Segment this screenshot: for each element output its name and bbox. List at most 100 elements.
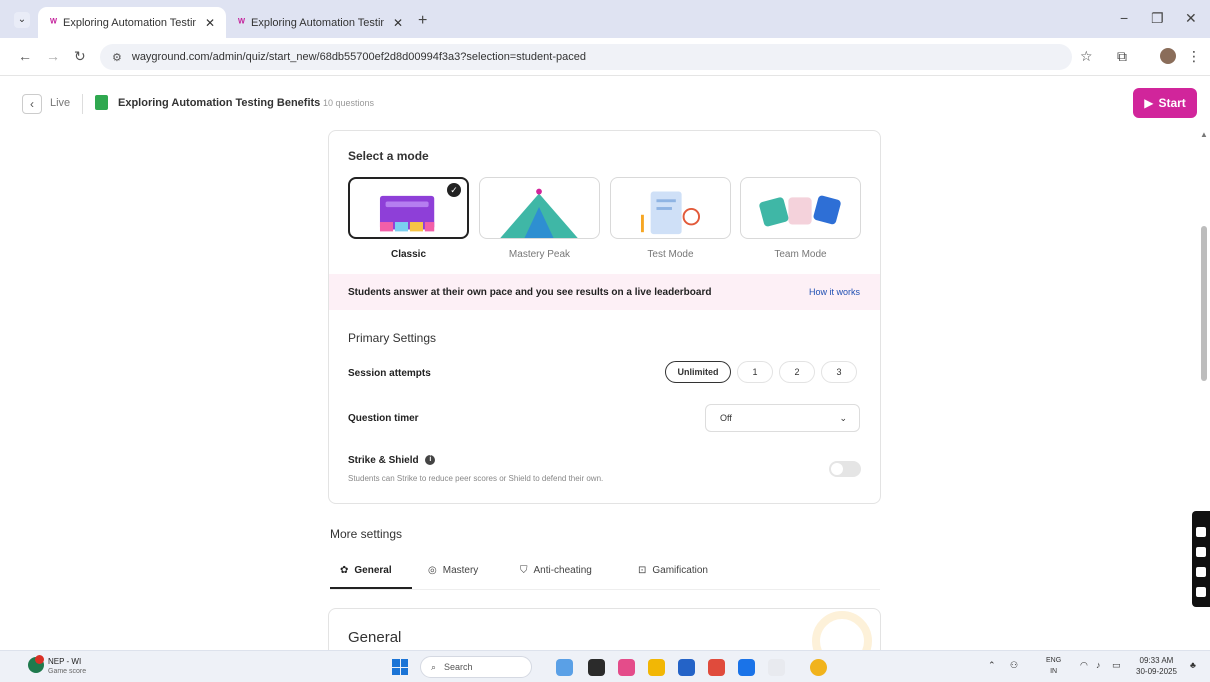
tray-chevron-up-icon[interactable]: ⌃ [988, 660, 996, 671]
tab-gamification[interactable]: ⊡ Gamification [638, 565, 708, 576]
browser-menu-icon[interactable]: ⋮ [1187, 48, 1201, 65]
search-placeholder: Search [444, 662, 473, 672]
clock-date: 30-09-2025 [1136, 667, 1177, 676]
reload-icon[interactable]: ↻ [74, 48, 86, 65]
mode-label-test: Test Mode [647, 249, 694, 260]
copilot-app-icon[interactable] [618, 659, 635, 676]
url-text: wayground.com/admin/quiz/start_new/68db5… [131, 51, 586, 63]
mastery-peak-illustration-icon [500, 188, 578, 238]
attempts-3-option[interactable]: 3 [821, 361, 857, 383]
widget-title[interactable]: NEP - WI [48, 657, 81, 666]
mode-mastery-peak[interactable] [479, 177, 600, 239]
strike-shield-row: Strike & Shield i [348, 455, 436, 466]
quiz-icon [95, 95, 108, 110]
mode-label-classic: Classic [390, 249, 427, 260]
mode-label-team: Team Mode [774, 249, 827, 260]
windows-start-icon[interactable] [392, 659, 408, 675]
tab-anti-cheating[interactable]: ⛉ Anti-cheating [520, 565, 592, 576]
scroll-thumb[interactable] [1201, 226, 1207, 381]
browser-tab-1[interactable]: ᵂ Exploring Automation Testing ✕ [38, 7, 226, 38]
mode-label-mastery-peak: Mastery Peak [508, 249, 571, 260]
test-mode-illustration-icon [640, 191, 701, 235]
chrome-app-icon[interactable] [810, 659, 827, 676]
back-arrow-icon[interactable]: ← [18, 48, 32, 64]
select-mode-title: Select a mode [348, 149, 429, 163]
quiz-title: Exploring Automation Testing Benefits [118, 97, 321, 109]
task-view-icon[interactable] [588, 659, 605, 676]
session-attempts-label: Session attempts [348, 368, 431, 379]
start-button[interactable]: ▶ Start [1133, 88, 1197, 118]
mode-team[interactable] [740, 177, 861, 239]
settings-gear-icon[interactable] [1196, 587, 1206, 597]
question-timer-select[interactable]: Off ⌄ [705, 404, 860, 432]
quiz-header: ‹ Live Exploring Automation Testing Bene… [0, 76, 1210, 128]
tab-gamification-label: Gamification [652, 565, 708, 576]
tab-title: Exploring Automation Testing [62, 16, 196, 29]
back-chevron-icon[interactable]: ‹ [22, 94, 42, 114]
wifi-icon[interactable]: ◠ [1080, 660, 1088, 671]
minimize-icon[interactable]: − [1120, 10, 1128, 26]
info-icon[interactable]: i [425, 455, 436, 466]
general-section-title: General [348, 629, 402, 646]
strike-shield-toggle[interactable] [829, 461, 861, 477]
new-tab-button[interactable]: + [418, 12, 427, 30]
restore-icon[interactable]: ❐ [1151, 10, 1164, 27]
browser-tab-strip: ⌄ ᵂ Exploring Automation Testing ✕ ᵂ Exp… [0, 0, 1210, 38]
tab-general[interactable]: ✿ General [340, 565, 392, 576]
mode-classic[interactable]: ✓ [348, 177, 469, 239]
profile-avatar[interactable] [1160, 48, 1176, 64]
strike-shield-label: Strike & Shield [348, 455, 419, 466]
close-tab-icon[interactable]: ✕ [202, 16, 218, 30]
active-tab-underline [330, 587, 412, 589]
address-bar[interactable]: ⚙ wayground.com/admin/quiz/start_new/68d… [100, 44, 1072, 70]
folder-icon[interactable] [1196, 567, 1206, 577]
attempts-2-option[interactable]: 2 [779, 361, 815, 383]
attempts-unlimited-option[interactable]: Unlimited [665, 361, 731, 383]
camera-icon[interactable] [1196, 527, 1206, 537]
language-code: ENG [1046, 657, 1062, 664]
team-mode-illustration-icon [759, 195, 841, 227]
store-app-icon[interactable] [678, 659, 695, 676]
divider [82, 94, 83, 114]
how-it-works-link[interactable]: How it works [809, 287, 860, 297]
browser-tab-2[interactable]: ᵂ Exploring Automation Testing ✕ [226, 7, 414, 38]
tab-general-label: General [354, 565, 392, 576]
notifications-bell-icon[interactable]: ♣ [1190, 660, 1196, 670]
selected-check-icon: ✓ [447, 183, 461, 197]
app-icon[interactable] [768, 659, 785, 676]
question-count: 10 questions [323, 98, 375, 108]
windows-taskbar: NEP - WI Game score ⌕ Search ⌃ ⚇ ENG IN … [0, 650, 1210, 682]
live-breadcrumb[interactable]: Live [50, 97, 70, 109]
tray-app-icon[interactable]: ⚇ [1010, 660, 1018, 671]
mode-test[interactable] [610, 177, 731, 239]
tab-title: Exploring Automation Testing [250, 16, 384, 29]
tab-mastery-label: Mastery [442, 565, 479, 576]
battery-icon[interactable]: ▭ [1112, 660, 1121, 671]
tab-mastery[interactable]: ◎ Mastery [428, 565, 478, 576]
forward-arrow-icon[interactable]: → [46, 48, 60, 64]
region-code: IN [1050, 668, 1058, 675]
search-icon: ⌕ [431, 661, 437, 672]
widgets-app-icon[interactable] [556, 659, 573, 676]
extensions-icon[interactable]: ⧉ [1117, 48, 1127, 65]
volume-icon[interactable]: ♪ [1096, 660, 1101, 670]
language-indicator[interactable]: ENG IN [1046, 655, 1061, 677]
close-tab-icon[interactable]: ✕ [390, 16, 406, 30]
attempts-1-option[interactable]: 1 [737, 361, 773, 383]
tab-search-menu-icon[interactable]: ⌄ [14, 12, 30, 28]
video-icon[interactable] [1196, 547, 1206, 557]
screen-recorder-toolbar [1192, 511, 1210, 607]
taskbar-search[interactable]: ⌕ Search [420, 656, 532, 678]
site-settings-icon[interactable]: ⚙ [112, 51, 122, 64]
firefox-app-icon[interactable] [708, 659, 725, 676]
taskbar-clock[interactable]: 09:33 AM 30-09-2025 [1136, 655, 1177, 677]
bookmark-star-icon[interactable]: ☆ [1080, 48, 1093, 65]
scroll-up-icon[interactable]: ▲ [1200, 130, 1208, 139]
gear-icon: ✿ [340, 565, 349, 576]
outlook-app-icon[interactable] [738, 659, 755, 676]
tab-anti-cheating-label: Anti-cheating [533, 565, 592, 576]
window-close-icon[interactable]: ✕ [1185, 10, 1197, 27]
file-explorer-icon[interactable] [648, 659, 665, 676]
mode-description-banner: Students answer at their own pace and yo… [329, 274, 880, 310]
gamepad-icon: ⊡ [638, 565, 647, 576]
